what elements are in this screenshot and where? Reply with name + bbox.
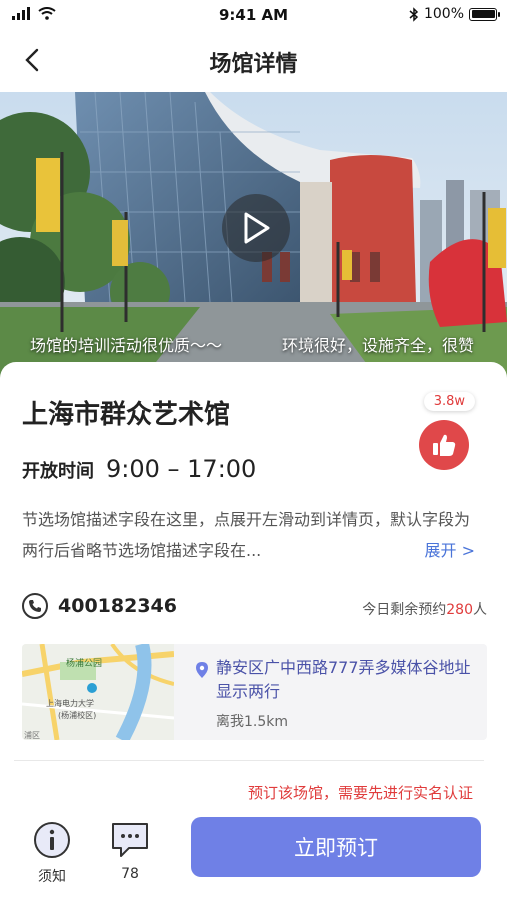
address-text: 静安区广中西路777弄多媒体谷地址显示两行 — [216, 658, 471, 701]
map-thumbnail[interactable]: 杨浦公园 上海电力大学 (杨浦校区) 浦区 — [22, 644, 174, 740]
danmaku-comment: 场馆的培训活动很优质～～ — [30, 336, 223, 355]
map-label-district: 浦区 — [24, 730, 40, 740]
thumbs-up-icon — [433, 434, 456, 456]
map-label-university: 上海电力大学 — [46, 698, 94, 708]
danmaku-comment: 环境很好，设施齐全，很赞 — [282, 336, 475, 355]
danmaku-row: 场馆的培训活动很优质～～ 环境很好，设施齐全，很赞 — [0, 332, 507, 358]
open-hours-label: 开放时间 — [22, 461, 94, 482]
expand-button[interactable]: 展开 > — [425, 535, 476, 566]
notice-label: 须知 — [38, 869, 66, 885]
map-label-park: 杨浦公园 — [66, 657, 102, 669]
page-title: 场馆详情 — [209, 52, 298, 77]
open-hours-value: 9:00 – 17:00 — [106, 455, 257, 483]
comment-icon — [112, 823, 148, 857]
play-button[interactable] — [222, 194, 290, 262]
notice-button[interactable]: 须知 — [30, 820, 74, 886]
remaining-prefix: 今日剩余预约 — [362, 602, 447, 618]
comment-button[interactable]: 78 — [108, 820, 152, 882]
venue-name: 上海市群众艺术馆 — [22, 400, 231, 430]
remaining-suffix: 人 — [473, 602, 487, 618]
status-right: 100% — [409, 6, 500, 22]
address-box[interactable]: 杨浦公园 上海电力大学 (杨浦校区) 浦区 静安区广中西路777弄多媒体谷地址显… — [22, 644, 487, 740]
remaining-count: 280 — [446, 602, 473, 618]
status-bar: 9:41 AM 100% — [0, 0, 507, 30]
battery-icon — [469, 7, 500, 21]
bluetooth-icon — [409, 6, 419, 22]
remaining-bookings: 今日剩余预约280人 — [362, 599, 487, 619]
phone-icon — [22, 593, 48, 619]
phone-contact[interactable]: 400182346 — [22, 593, 177, 619]
comment-count: 78 — [121, 866, 139, 882]
nav-bar: 场馆详情 — [0, 30, 507, 92]
like-count-badge: 3.8w — [423, 392, 475, 411]
map-label-campus: (杨浦校区) — [58, 710, 96, 720]
bottom-action-bar: 须知 78 立即预订 — [0, 810, 507, 900]
play-icon — [244, 212, 270, 244]
location-pin-icon — [196, 662, 208, 678]
verification-notice: 预订该场馆，需要先进行实名认证 — [247, 784, 473, 802]
battery-percent: 100% — [423, 6, 464, 22]
venue-video-cover[interactable]: 场馆的培训活动很优质～～ 环境很好，设施齐全，很赞 — [0, 92, 507, 382]
divider — [14, 760, 484, 761]
info-icon — [34, 822, 70, 858]
distance-text: 离我1.5km — [216, 714, 289, 730]
like-button[interactable] — [419, 420, 469, 470]
phone-number: 400182346 — [58, 595, 177, 617]
book-now-button[interactable]: 立即预订 — [191, 817, 481, 877]
open-hours-row: 开放时间 9:00 – 17:00 — [22, 455, 256, 483]
venue-description: 节选场馆描述字段在这里，点展开左滑动到详情页，默认字段为两行后省略节选场馆描述字… — [22, 510, 471, 560]
